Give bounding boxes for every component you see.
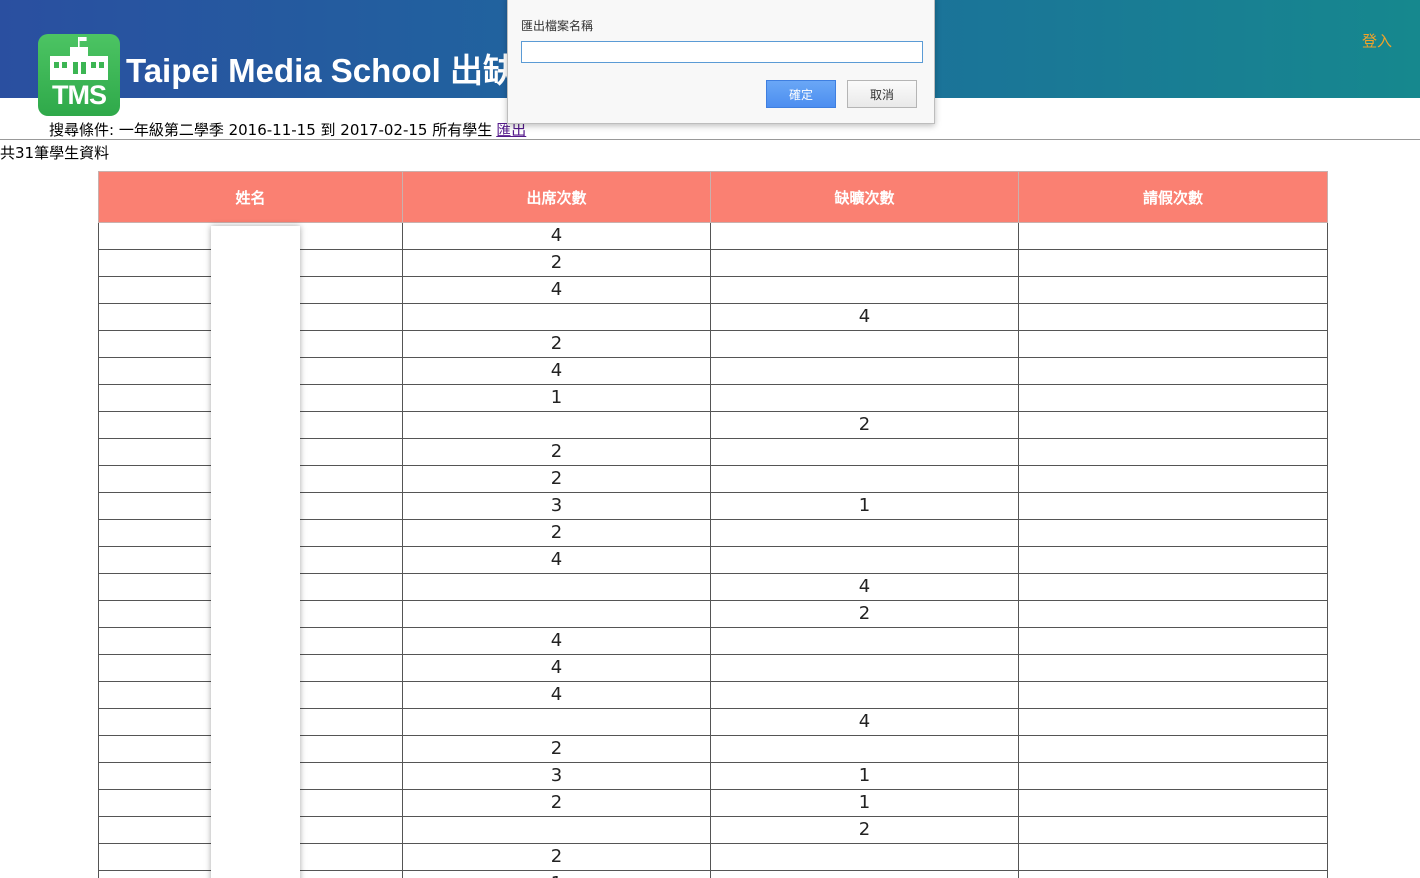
cell-leave: [1018, 222, 1328, 250]
cell-present: [402, 600, 711, 628]
ok-button[interactable]: 確定: [766, 80, 836, 108]
cell-leave: [1018, 492, 1328, 520]
cell-leave: [1018, 870, 1328, 878]
cell-leave: [1018, 708, 1328, 736]
logo-text: TMS: [52, 80, 107, 110]
export-filename-dialog: 匯出檔案名稱 確定 取消: [507, 0, 935, 124]
cell-absent: 1: [710, 492, 1019, 520]
cell-absent: [710, 870, 1019, 878]
cell-leave: [1018, 654, 1328, 682]
cell-leave: [1018, 546, 1328, 574]
cell-leave: [1018, 411, 1328, 439]
cell-leave: [1018, 303, 1328, 331]
total-count: 共31筆學生資料: [0, 144, 110, 162]
column-header-present[interactable]: 出席次數: [402, 171, 711, 223]
cell-absent: [710, 843, 1019, 871]
dialog-label: 匯出檔案名稱: [521, 19, 594, 33]
cell-leave: [1018, 519, 1328, 547]
cell-absent: 2: [710, 600, 1019, 628]
cell-absent: [710, 249, 1019, 277]
cell-absent: [710, 627, 1019, 655]
cell-leave: [1018, 681, 1328, 709]
cell-absent: [710, 330, 1019, 358]
cell-present: 2: [402, 789, 711, 817]
cell-absent: 1: [710, 762, 1019, 790]
cell-absent: [710, 546, 1019, 574]
cell-present: [402, 816, 711, 844]
cell-present: 4: [402, 222, 711, 250]
cell-present: 2: [402, 519, 711, 547]
cell-present: 4: [402, 276, 711, 304]
cell-leave: [1018, 843, 1328, 871]
cell-leave: [1018, 330, 1328, 358]
cancel-button[interactable]: 取消: [847, 80, 917, 108]
cell-leave: [1018, 600, 1328, 628]
divider: [0, 139, 1420, 140]
cell-leave: [1018, 384, 1328, 412]
cell-absent: [710, 654, 1019, 682]
page: Taipei Media School 出缺 登入 TMS 搜尋條件: 一年級第…: [0, 0, 1420, 878]
column-header-absent[interactable]: 缺曠次數: [710, 171, 1019, 223]
cell-absent: 2: [710, 411, 1019, 439]
school-logo[interactable]: TMS: [38, 34, 120, 116]
cell-leave: [1018, 762, 1328, 790]
cell-present: [402, 303, 711, 331]
cell-absent: 2: [710, 816, 1019, 844]
cell-leave: [1018, 627, 1328, 655]
search-conditions-text: 搜尋條件: 一年級第二學季 2016-11-15 到 2017-02-15 所有…: [49, 121, 493, 139]
cell-absent: [710, 438, 1019, 466]
cell-present: 2: [402, 249, 711, 277]
cell-present: 4: [402, 546, 711, 574]
cell-leave: [1018, 789, 1328, 817]
cell-present: 3: [402, 762, 711, 790]
cell-present: [402, 411, 711, 439]
cell-leave: [1018, 438, 1328, 466]
cell-present: 4: [402, 627, 711, 655]
search-conditions: 搜尋條件: 一年級第二學季 2016-11-15 到 2017-02-15 所有…: [49, 119, 526, 140]
cell-present: 4: [402, 357, 711, 385]
cell-present: 2: [402, 330, 711, 358]
cell-present: [402, 708, 711, 736]
cell-leave: [1018, 276, 1328, 304]
cell-leave: [1018, 357, 1328, 385]
cell-absent: [710, 519, 1019, 547]
cell-absent: 4: [710, 573, 1019, 601]
cell-present: 4: [402, 681, 711, 709]
cell-absent: 4: [710, 708, 1019, 736]
cell-leave: [1018, 735, 1328, 763]
cell-absent: 4: [710, 303, 1019, 331]
column-header-leave[interactable]: 請假次數: [1018, 171, 1328, 223]
cell-absent: [710, 384, 1019, 412]
cell-present: 2: [402, 438, 711, 466]
cell-present: 2: [402, 843, 711, 871]
cell-absent: [710, 276, 1019, 304]
filename-input[interactable]: [521, 41, 923, 63]
table-header-row: 姓名 出席次數 缺曠次數 請假次數: [98, 171, 1328, 223]
cell-present: [402, 573, 711, 601]
cell-leave: [1018, 816, 1328, 844]
cell-absent: [710, 222, 1019, 250]
cell-absent: [710, 465, 1019, 493]
cell-present: 3: [402, 492, 711, 520]
cell-present: 4: [402, 654, 711, 682]
cell-present: 2: [402, 465, 711, 493]
cell-leave: [1018, 573, 1328, 601]
cell-leave: [1018, 249, 1328, 277]
site-title: Taipei Media School 出缺: [126, 52, 516, 89]
cell-absent: [710, 735, 1019, 763]
cell-absent: [710, 357, 1019, 385]
cell-present: 1: [402, 870, 711, 878]
login-link[interactable]: 登入: [1362, 30, 1392, 51]
cell-present: 1: [402, 384, 711, 412]
name-redaction-panel: [211, 226, 300, 878]
cell-absent: 1: [710, 789, 1019, 817]
column-header-name[interactable]: 姓名: [98, 171, 403, 223]
cell-leave: [1018, 465, 1328, 493]
cell-absent: [710, 681, 1019, 709]
cell-present: 2: [402, 735, 711, 763]
